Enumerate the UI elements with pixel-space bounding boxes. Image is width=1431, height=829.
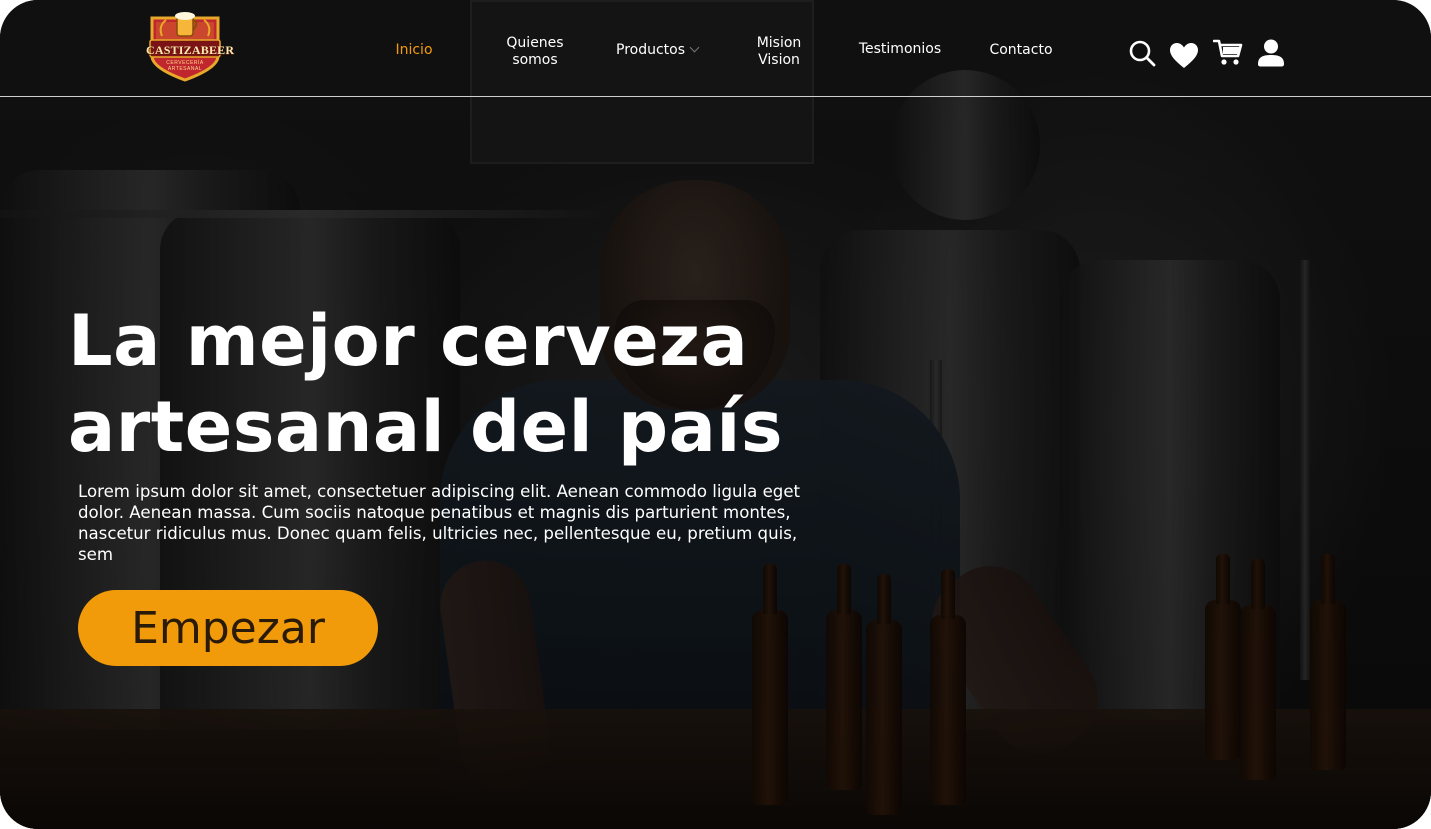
logo-tagline: CERVECERÍA ARTESANAL (166, 60, 204, 72)
heart-icon[interactable] (1169, 42, 1199, 69)
search-icon[interactable] (1128, 39, 1156, 67)
site-header: CASTIZABEER CERVECERÍA ARTESANAL Inicio … (0, 0, 1431, 97)
nav-productos-label: Productos (616, 42, 686, 58)
cart-icon[interactable] (1213, 38, 1243, 66)
nav-contacto[interactable]: Contacto (980, 42, 1062, 59)
nav-inicio[interactable]: Inicio (388, 42, 440, 59)
nav-testimonios[interactable]: Testimonios (850, 41, 950, 58)
empezar-button[interactable]: Empezar (78, 590, 378, 666)
hero-description: Lorem ipsum dolor sit amet, consectetuer… (78, 482, 801, 564)
nav-quienes-somos[interactable]: Quienes somos (498, 35, 572, 69)
hero-title: La mejor cerveza artesanal del país (68, 298, 968, 470)
nav-mision-vision[interactable]: Mision Vision (746, 35, 812, 69)
nav-vision-line: Vision (758, 52, 800, 68)
nav-productos[interactable]: Productos (616, 42, 720, 59)
logo-wordmark: CASTIZABEER (146, 43, 235, 57)
user-icon[interactable] (1256, 38, 1286, 68)
nav-quienes-somos-line2: somos (512, 52, 558, 68)
nav-mision-line: Mision (756, 35, 802, 51)
landing-page: CASTIZABEER CERVECERÍA ARTESANAL Inicio … (0, 0, 1431, 829)
brand-logo[interactable]: CASTIZABEER CERVECERÍA ARTESANAL (146, 12, 235, 82)
chevron-down-icon (689, 42, 700, 53)
hero-title-line1: La mejor cerveza (68, 300, 749, 382)
nav-quienes-somos-line1: Quienes (506, 35, 564, 51)
hero-title-line2: artesanal del país (68, 386, 783, 468)
